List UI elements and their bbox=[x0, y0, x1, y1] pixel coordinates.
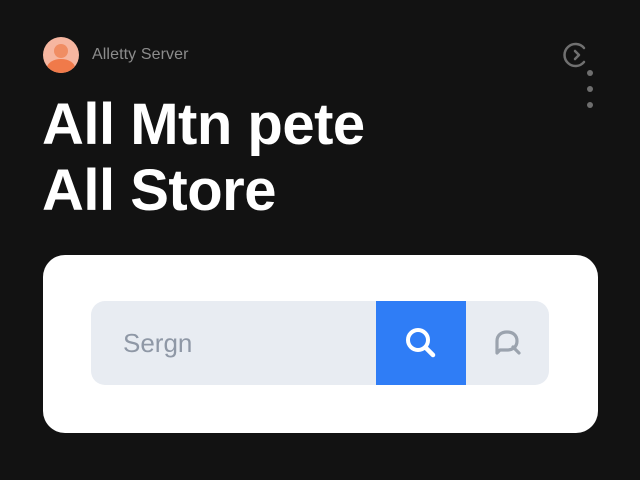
server-header: Alletty Server bbox=[43, 37, 189, 73]
avatar-body bbox=[47, 59, 75, 73]
vertical-dots-icon[interactable] bbox=[587, 70, 593, 118]
search-card bbox=[43, 255, 598, 433]
search-button[interactable] bbox=[376, 301, 466, 385]
secondary-search-button[interactable] bbox=[466, 301, 549, 385]
top-right-controls bbox=[562, 40, 602, 130]
search-chat-icon bbox=[494, 330, 521, 355]
title-line-2: All Store bbox=[42, 158, 276, 223]
page-title: All Mtn pete All Store bbox=[42, 92, 365, 224]
search-icon bbox=[406, 328, 436, 358]
user-avatar-icon[interactable] bbox=[43, 37, 79, 73]
avatar-head bbox=[54, 44, 68, 58]
app-screen: Alletty Server All Mtn pete All Store bbox=[0, 0, 640, 480]
menu-dot bbox=[587, 102, 593, 108]
menu-dot bbox=[587, 86, 593, 92]
title-line-1: All Mtn pete bbox=[42, 92, 365, 157]
search-bar bbox=[91, 301, 549, 385]
arrow-right-circle-icon[interactable] bbox=[562, 40, 592, 70]
menu-dot bbox=[587, 70, 593, 76]
server-label: Alletty Server bbox=[92, 46, 189, 63]
search-input[interactable] bbox=[91, 301, 376, 385]
